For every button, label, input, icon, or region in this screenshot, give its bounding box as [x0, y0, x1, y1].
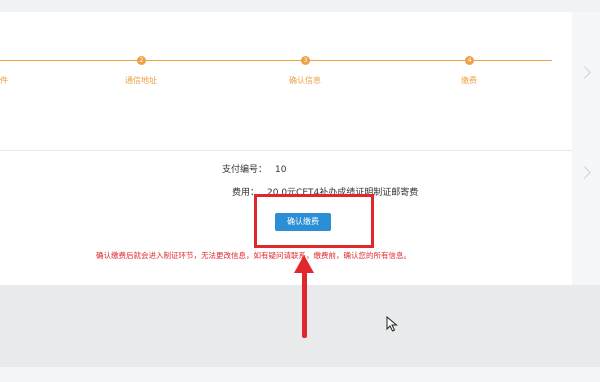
confirm-payment-button[interactable]: 确认缴费	[275, 213, 331, 231]
top-strip	[0, 0, 600, 12]
order-number-row: 支付编号： 10	[222, 162, 286, 175]
bottom-strip	[0, 367, 600, 382]
footer-band	[0, 285, 600, 367]
step-4-marker: 4	[465, 56, 474, 65]
mouse-cursor-icon	[386, 316, 398, 332]
warning-text: 确认缴费后就会进入制证环节，无法更改信息，如有疑问请联系，缴费前，确认您的所有信…	[96, 251, 411, 260]
annotation-arrow-icon	[294, 255, 314, 273]
progress-steps: 件 2 通信地址 3 确认信息 4 缴费	[0, 12, 572, 151]
step-4-label: 缴费	[461, 76, 477, 85]
chevron-icon	[578, 166, 591, 179]
order-number-label: 支付编号：	[222, 165, 268, 175]
page: 件 2 通信地址 3 确认信息 4 缴费 支付编号： 10 费用： 20.0元CET…	[0, 0, 600, 382]
step-1-label: 件	[0, 76, 8, 85]
chevron-icon	[578, 66, 591, 79]
step-2-marker: 2	[137, 56, 146, 65]
right-scroll-gutter	[572, 12, 600, 292]
step-3-label: 确认信息	[289, 76, 321, 85]
step-3-marker: 3	[301, 56, 310, 65]
order-number-value: 10	[275, 165, 287, 175]
step-2-label: 通信地址	[125, 76, 157, 85]
annotation-arrow-shaft	[302, 268, 307, 338]
